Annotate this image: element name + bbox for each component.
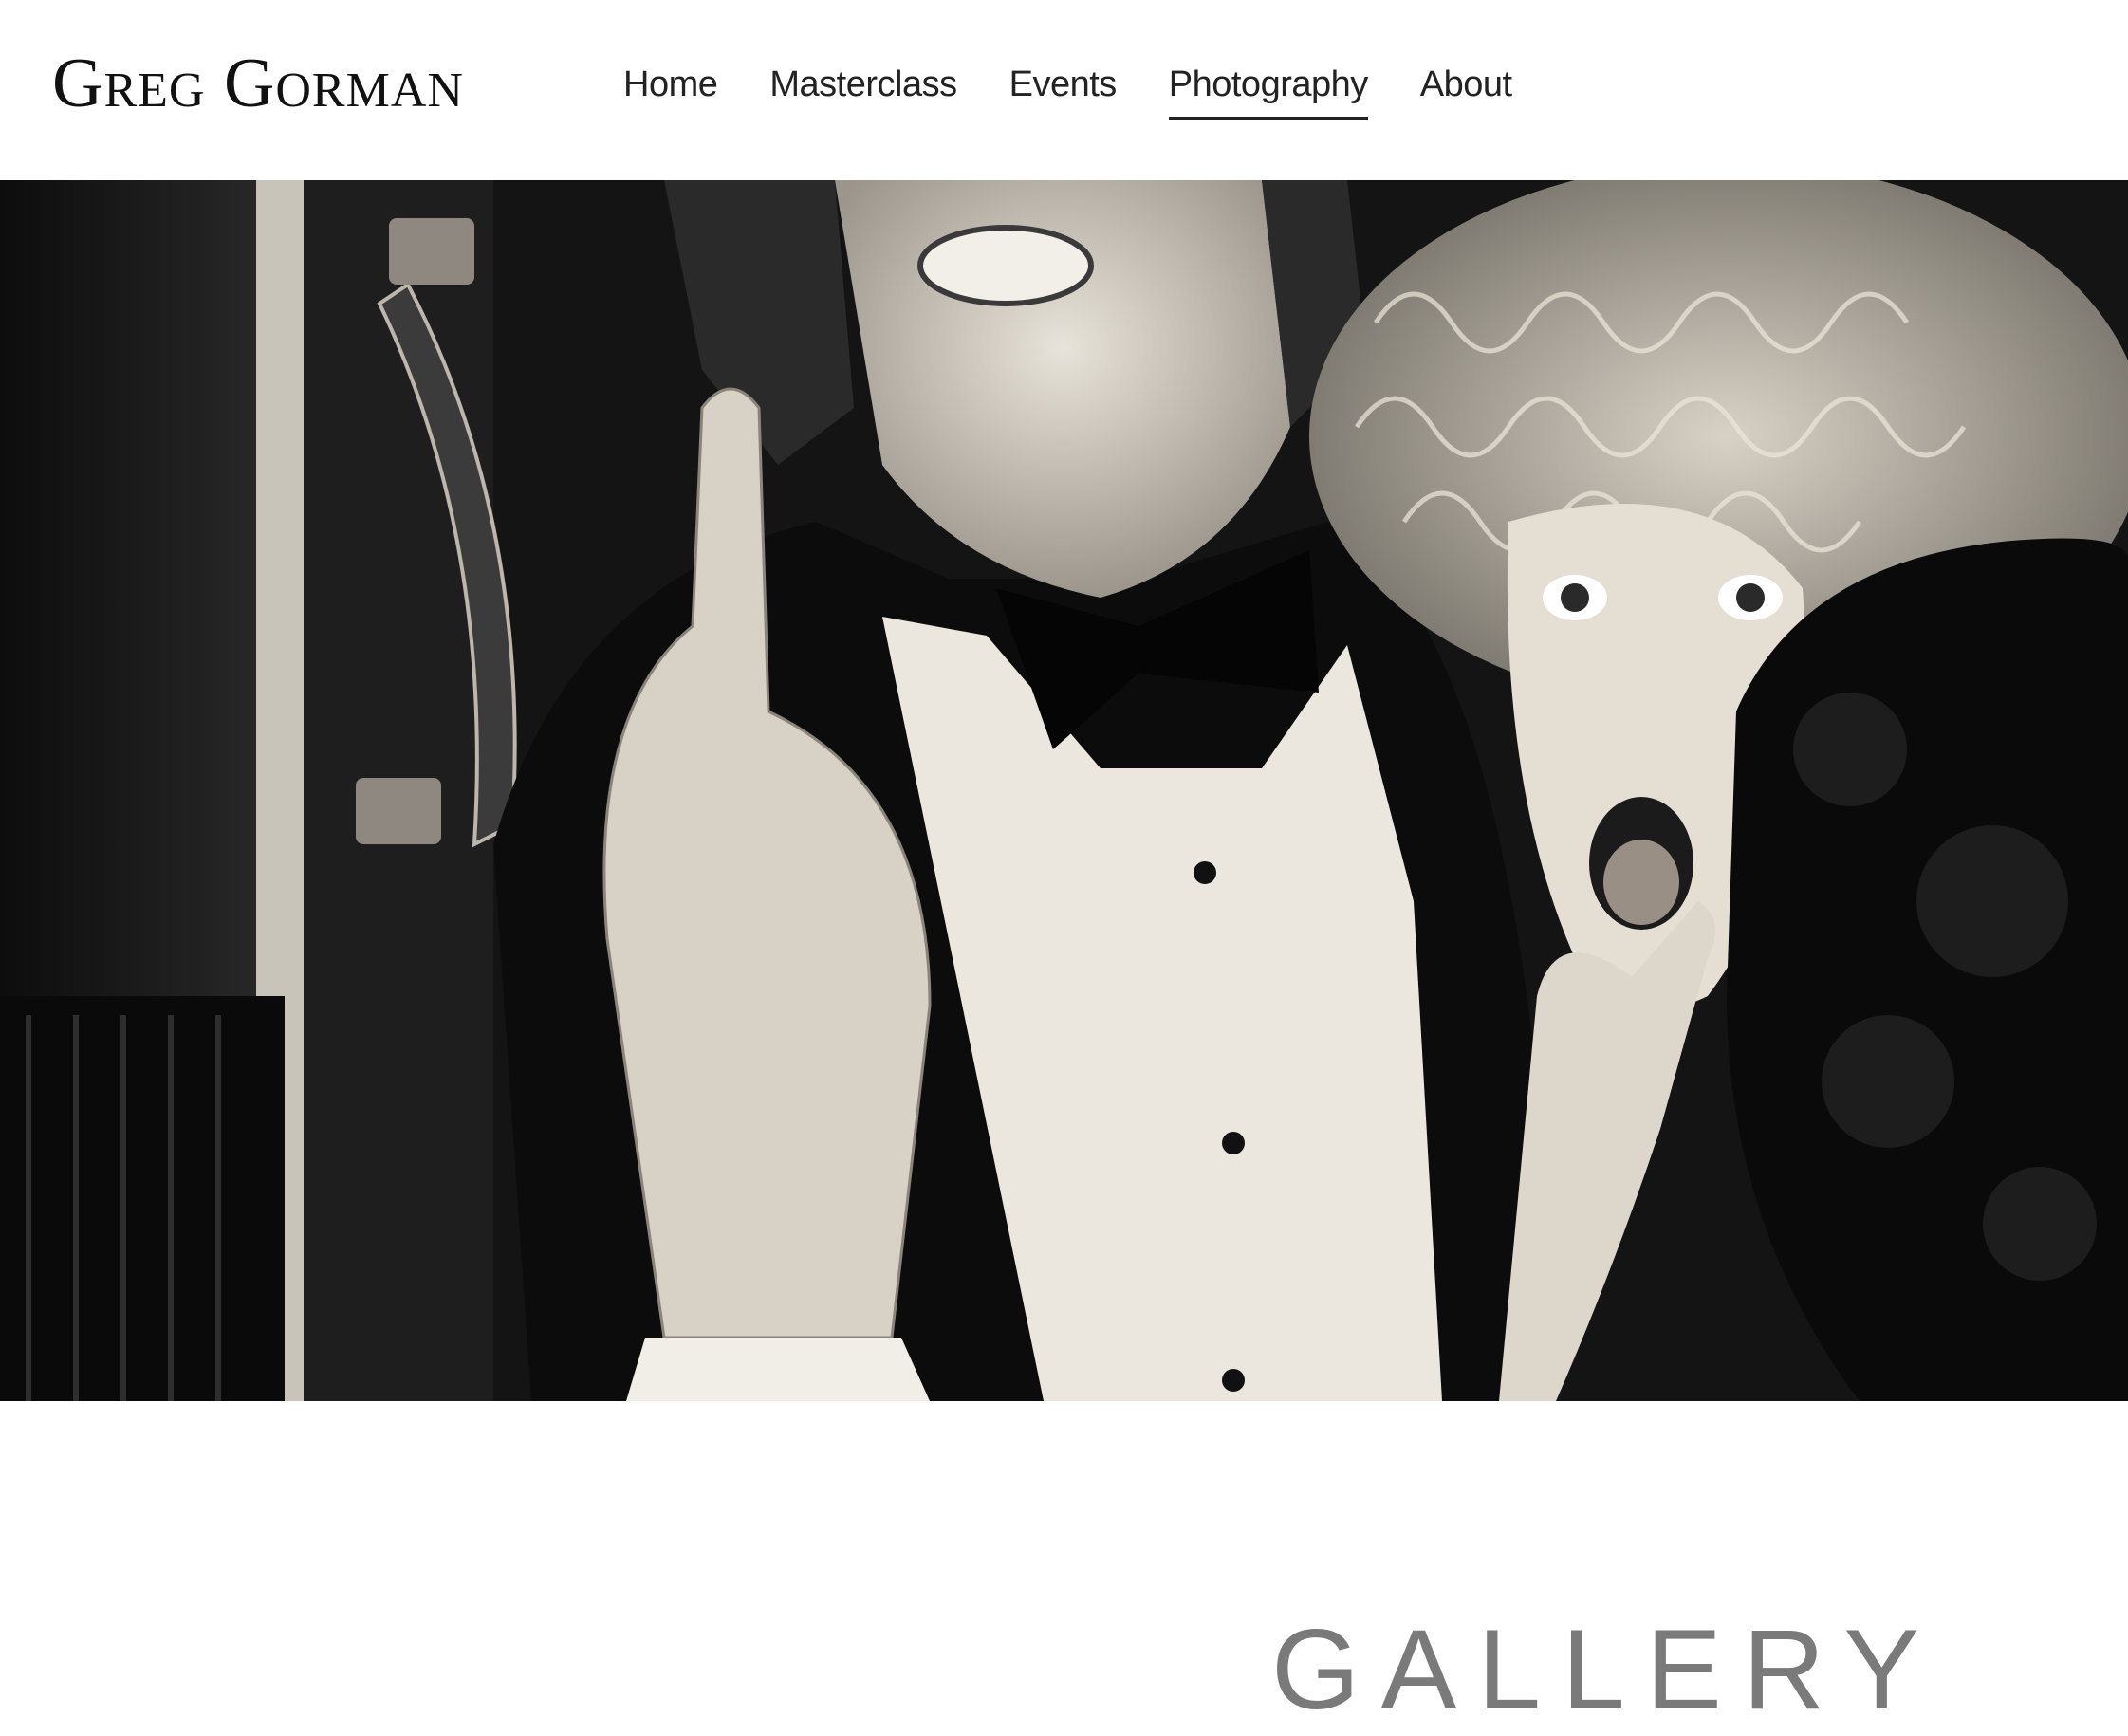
site-logo[interactable]: Greg Gorman xyxy=(52,36,464,131)
site-header: Greg Gorman Home Masterclass Events Phot… xyxy=(0,0,2128,180)
nav-item-photography[interactable]: Photography xyxy=(1168,59,1368,120)
nav-item-about[interactable]: About xyxy=(1420,59,1512,110)
nav-item-events[interactable]: Events xyxy=(1009,59,1118,110)
gallery-heading: GALLERY xyxy=(1271,1606,1941,1733)
hero-image xyxy=(0,180,2128,1401)
nav-item-masterclass[interactable]: Masterclass xyxy=(769,59,957,110)
hero-photo xyxy=(0,180,2128,1401)
nav-item-home[interactable]: Home xyxy=(623,59,718,110)
main-nav: Home Masterclass Events Photography Abou… xyxy=(623,59,1564,125)
